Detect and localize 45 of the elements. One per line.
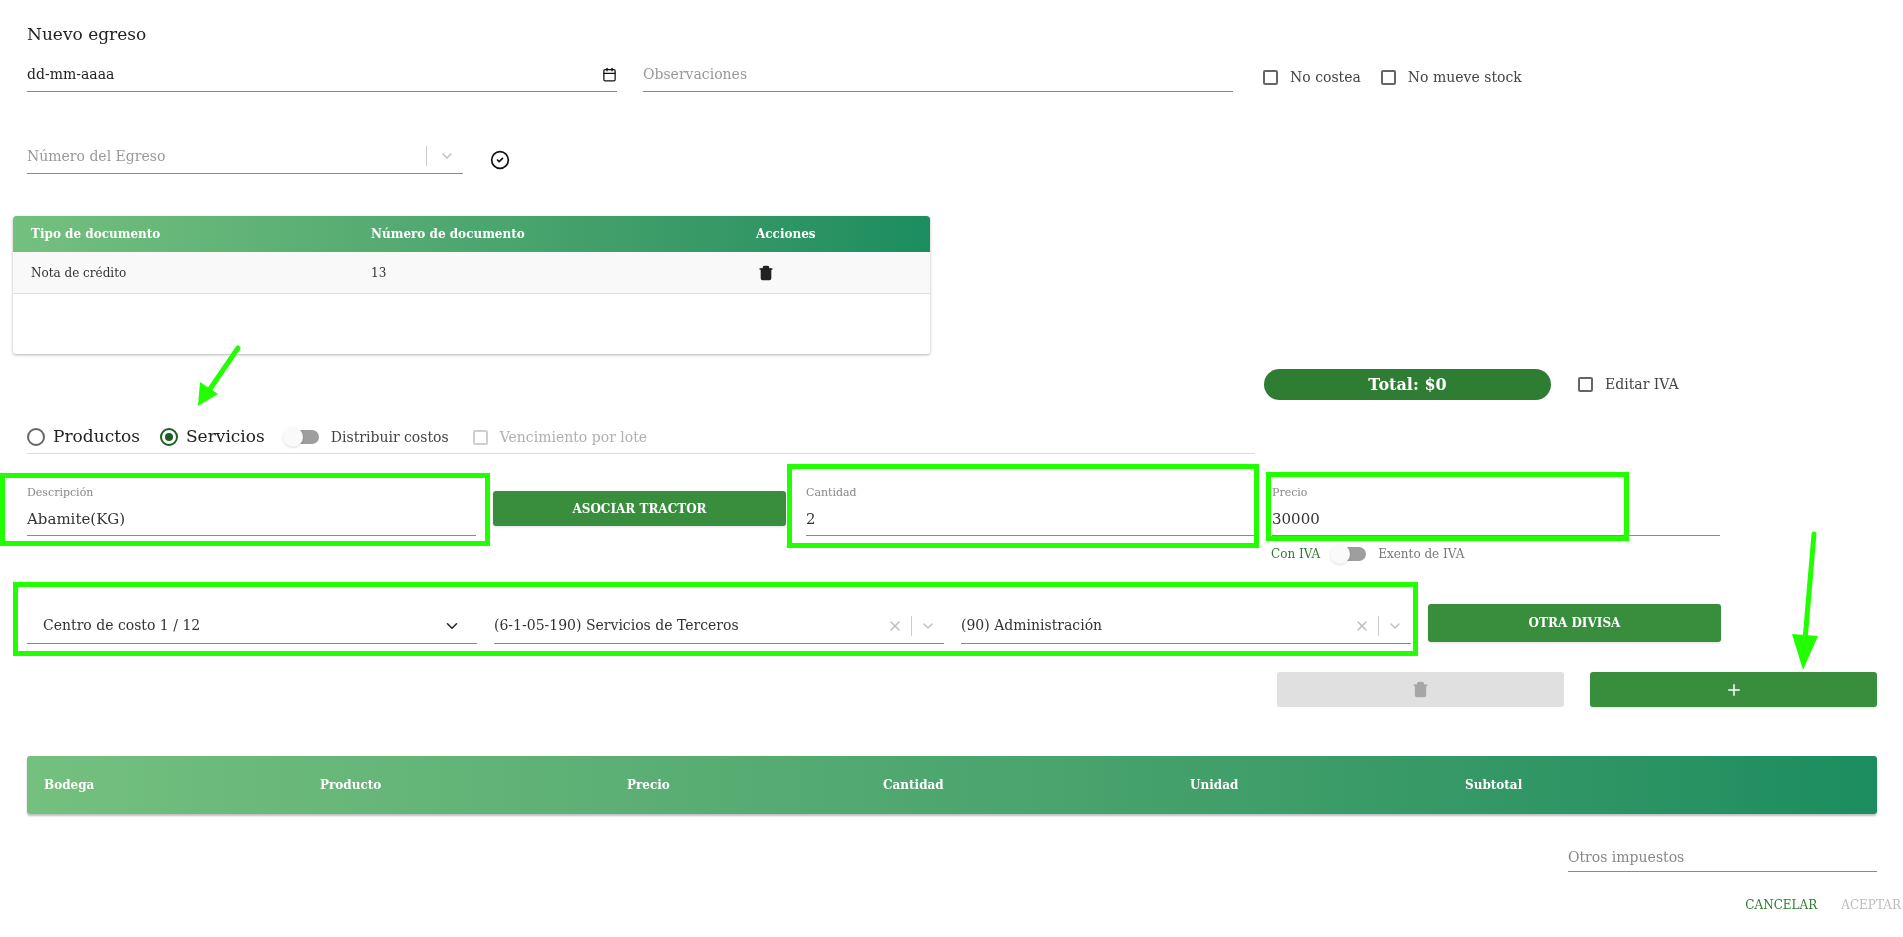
select-field[interactable]: (6-1-05-190) Servicios de Terceros bbox=[494, 615, 944, 644]
toggle-switch[interactable] bbox=[1332, 547, 1367, 561]
checkbox-label: No mueve stock bbox=[1407, 67, 1522, 87]
toggle-label: Con IVA bbox=[1271, 546, 1321, 563]
checkbox[interactable] bbox=[1380, 69, 1396, 85]
column-header: Número de documento bbox=[371, 226, 526, 243]
radio-label: Servicios bbox=[185, 425, 265, 449]
checkbox[interactable] bbox=[1263, 69, 1278, 85]
trash-icon bbox=[1412, 681, 1429, 698]
toggle-switch[interactable] bbox=[284, 430, 319, 444]
trash-icon[interactable] bbox=[758, 264, 774, 281]
select-field[interactable]: (90) Administración bbox=[961, 615, 1411, 644]
checkbox[interactable] bbox=[1578, 377, 1593, 392]
page-title: Nuevo egreso bbox=[27, 24, 147, 44]
column-header: Acciones bbox=[756, 226, 816, 243]
toggle-label: Distribuir costos bbox=[330, 427, 449, 447]
text-field[interactable]: Precio 30000 bbox=[1272, 485, 1720, 536]
otra-divisa-button[interactable]: OTRA DIVISA bbox=[1428, 604, 1721, 642]
date-field[interactable]: dd-mm-aaaa bbox=[27, 64, 617, 92]
column-header: Unidad bbox=[1190, 777, 1240, 794]
select-field[interactable]: Centro de costo 1 / 12 bbox=[27, 615, 477, 644]
text-field[interactable]: Descripción Abamite(KG) bbox=[27, 485, 476, 536]
pointer-arrow bbox=[198, 345, 241, 406]
calendar-icon[interactable] bbox=[602, 67, 617, 82]
otros-impuestos-field[interactable]: Otros impuestos bbox=[1568, 847, 1877, 872]
column-header: Producto bbox=[320, 777, 383, 794]
column-header: Cantidad bbox=[883, 777, 945, 794]
column-header: Tipo de documento bbox=[31, 226, 162, 243]
checkbox-label: Editar IVA bbox=[1605, 375, 1679, 394]
column-header: Subtotal bbox=[1465, 777, 1523, 794]
asociar-tractor-button[interactable]: ASOCIAR TRACTOR bbox=[493, 491, 786, 526]
text-field[interactable]: Cantidad 2 bbox=[806, 485, 1256, 536]
total-pill: Total: $0 bbox=[1264, 369, 1551, 400]
checkbox-label: Vencimiento por lote bbox=[499, 427, 648, 447]
check-circle-icon[interactable] bbox=[490, 149, 510, 170]
table-cell-text: 13 bbox=[371, 264, 388, 282]
toggle-label: Exento de IVA bbox=[1378, 546, 1465, 563]
checkbox-label: No costea bbox=[1290, 67, 1361, 87]
action-button[interactable]: CANCELAR bbox=[1745, 896, 1818, 914]
column-header: Bodega bbox=[44, 777, 96, 794]
column-header: Precio bbox=[627, 777, 671, 794]
table-cell-text: Nota de crédito bbox=[31, 264, 128, 282]
radio-button[interactable] bbox=[159, 428, 178, 446]
radio-button[interactable] bbox=[27, 428, 45, 446]
radio-label: Productos bbox=[53, 425, 140, 449]
